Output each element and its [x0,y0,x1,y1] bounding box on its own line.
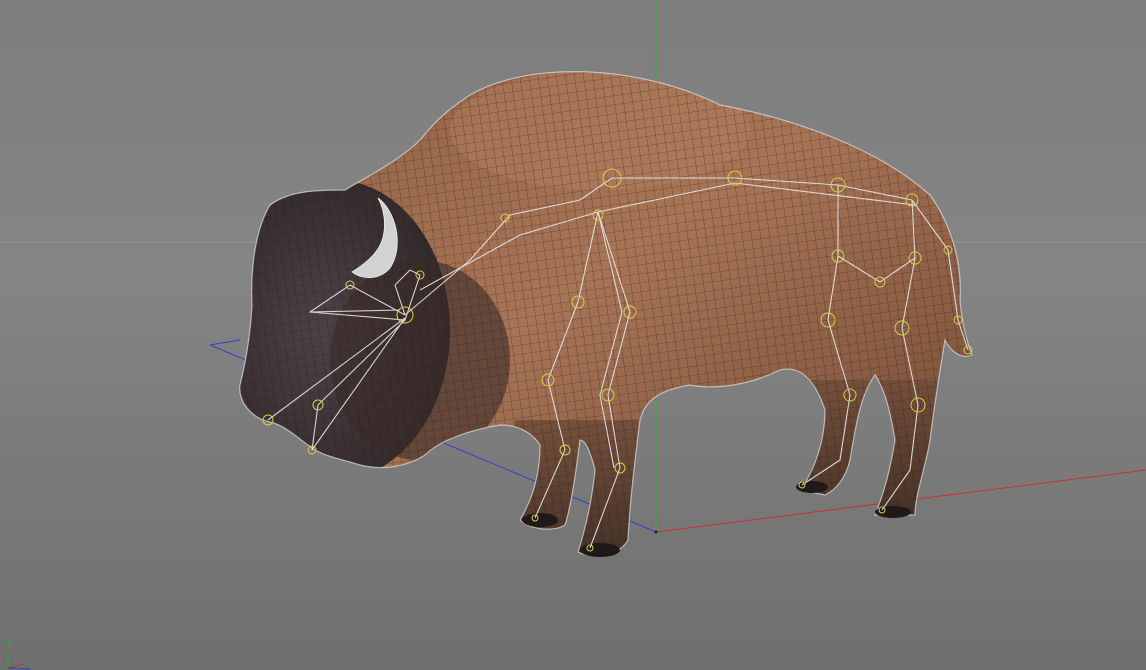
bison-mesh[interactable] [220,60,990,570]
hoof [580,543,620,557]
3d-viewport[interactable]: Y [0,0,1146,670]
z-axis-stub [209,339,241,346]
world-origin [654,530,658,534]
orientation-gizmo[interactable] [7,652,31,670]
gizmo-y-label: Y [6,639,13,650]
viewport-canvas[interactable] [0,0,1146,670]
hoof [522,513,558,527]
